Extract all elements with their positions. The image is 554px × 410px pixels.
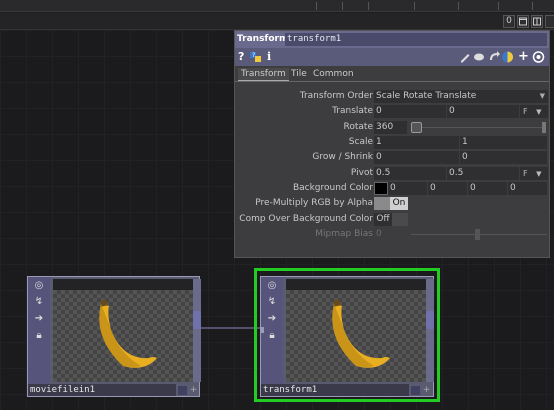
banana-image [99,299,157,368]
node-side-bar: ◎ ↯ ➔ 🔒︎ [261,277,283,384]
node-flag-icon[interactable] [411,386,420,395]
node-top-strip [286,279,426,290]
node-name-label[interactable]: transform1 [261,384,409,396]
node-moviefilein[interactable]: ◎ ↯ ➔ 🔒︎ moviefilein1 + [27,276,201,397]
node-side-bar: ◎ ↯ ➔ 🔒︎ [28,277,50,384]
bypass-icon[interactable]: ↯ [33,296,45,308]
node-top-strip [53,279,193,290]
display-icon[interactable]: ➔ [266,313,278,325]
lock-icon[interactable]: 🔒︎ [266,330,278,342]
output-connector[interactable] [426,311,434,329]
node-viewer [286,290,426,382]
node-name-label[interactable]: moviefilein1 [28,384,176,396]
banana-image [332,299,390,368]
node-transform[interactable]: ◎ ↯ ➔ 🔒︎ transform1 + [260,276,434,397]
display-icon[interactable]: ➔ [33,313,45,325]
viewer-icon[interactable]: ◎ [33,280,45,292]
node-right-strip [426,279,434,382]
input-connector[interactable] [261,327,264,333]
add-icon[interactable]: + [189,386,198,395]
output-connector[interactable] [193,311,201,329]
add-icon[interactable]: + [422,386,431,395]
bypass-icon[interactable]: ↯ [266,296,278,308]
node-flag-icon[interactable] [178,386,187,395]
node-viewer [53,290,193,382]
viewer-icon[interactable]: ◎ [266,280,278,292]
node-right-strip [193,279,201,382]
lock-icon[interactable]: 🔒︎ [33,330,45,342]
